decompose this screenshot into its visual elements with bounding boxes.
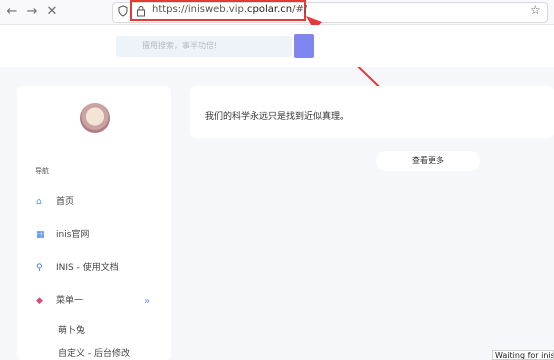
avatar xyxy=(80,103,110,133)
submenu-item[interactable]: 自定义 - 后台修改 xyxy=(58,346,130,359)
search-placeholder: 擅用搜索，事半功倍! xyxy=(142,41,218,50)
sidebar-item-home[interactable]: ⌂ 首页 xyxy=(36,195,166,209)
sidebar-item-label: inis官网 xyxy=(56,230,90,240)
search-button[interactable] xyxy=(294,34,314,58)
sidebar-item-label: 首页 xyxy=(56,197,75,207)
sidebar-item-label: INIS - 使用文档 xyxy=(56,263,119,273)
home-icon: ⌂ xyxy=(36,197,42,207)
submenu-item[interactable]: 萌卜兔 xyxy=(58,323,85,336)
view-more-label: 查看更多 xyxy=(412,156,444,165)
status-bar: Waiting for inis xyxy=(492,350,554,360)
sidebar-item-label: 菜单一 xyxy=(56,296,84,306)
bike-icon: ⚲ xyxy=(36,263,43,273)
tag-icon: ◆ xyxy=(36,296,43,306)
nav-heading: 导航 xyxy=(35,167,49,175)
chevron-right-icon[interactable]: » xyxy=(144,296,150,307)
sidebar-item-inis-site[interactable]: ▦ inis官网 xyxy=(36,228,166,242)
grid-icon: ▦ xyxy=(36,230,45,240)
quote-text: 我们的科学永远只是找到近似真理。 xyxy=(205,112,350,122)
sidebar-item-docs[interactable]: ⚲ INIS - 使用文档 xyxy=(36,261,166,275)
